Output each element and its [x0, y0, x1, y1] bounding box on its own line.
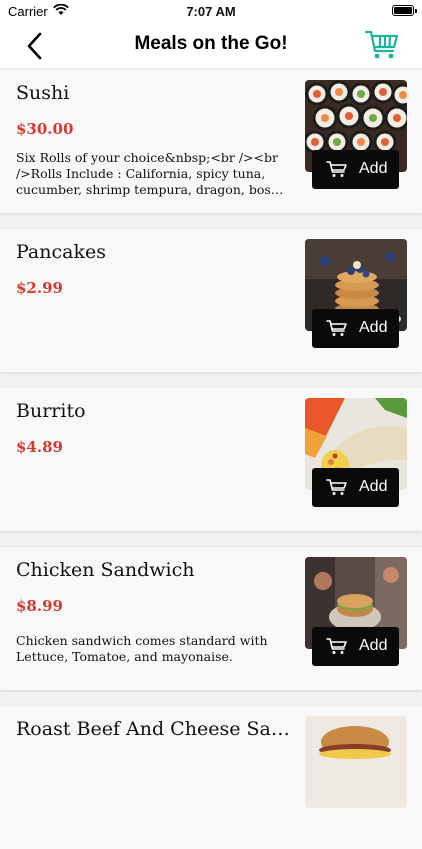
- menu-item-card[interactable]: Burrito $4.89 Add: [0, 388, 422, 531]
- add-to-cart-button[interactable]: Add: [312, 627, 399, 666]
- page-title: Meals on the Go!: [134, 33, 288, 54]
- menu-item-card[interactable]: Pancakes $2.99 Add: [0, 229, 422, 372]
- status-time: 7:07 AM: [186, 4, 236, 19]
- item-description: Six Rolls of your choice&nbsp;<br /><br …: [16, 150, 284, 197]
- cart-icon: [326, 479, 347, 495]
- menu-item-card[interactable]: Chicken Sandwich $8.99 Chicken sandwich …: [0, 547, 422, 690]
- item-price: $30.00: [16, 120, 74, 138]
- add-to-cart-button[interactable]: Add: [312, 150, 399, 189]
- item-price: $4.89: [16, 438, 63, 456]
- cart-icon: [326, 638, 347, 654]
- item-description: Chicken sandwich comes standard with Let…: [16, 633, 268, 664]
- add-button-label: Add: [359, 319, 388, 336]
- cart-button[interactable]: [364, 27, 400, 63]
- item-name: Sushi: [16, 82, 70, 104]
- cart-icon: [326, 320, 347, 336]
- add-to-cart-button[interactable]: Add: [312, 468, 399, 507]
- add-button-label: Add: [359, 637, 388, 654]
- item-name: Roast Beef And Cheese Sand…: [16, 718, 296, 740]
- battery-icon: [392, 5, 417, 16]
- navigation-bar: Meals on the Go!: [0, 24, 422, 68]
- item-price: $8.99: [16, 597, 63, 615]
- add-button-label: Add: [359, 478, 388, 495]
- status-bar: Carrier 7:07 AM: [0, 0, 422, 24]
- roast-beef-sandwich-image: [305, 716, 407, 808]
- menu-item-card[interactable]: Sushi $30.00 Six Rolls of your choice&nb…: [0, 70, 422, 213]
- item-name: Chicken Sandwich: [16, 559, 195, 581]
- shopping-cart-icon: [364, 30, 399, 59]
- item-name: Burrito: [16, 400, 86, 422]
- item-name: Pancakes: [16, 241, 106, 263]
- item-price: $2.99: [16, 279, 63, 297]
- add-to-cart-button[interactable]: Add: [312, 309, 399, 348]
- menu-item-card[interactable]: Roast Beef And Cheese Sand…: [0, 706, 422, 849]
- cart-icon: [326, 161, 347, 177]
- add-button-label: Add: [359, 160, 388, 177]
